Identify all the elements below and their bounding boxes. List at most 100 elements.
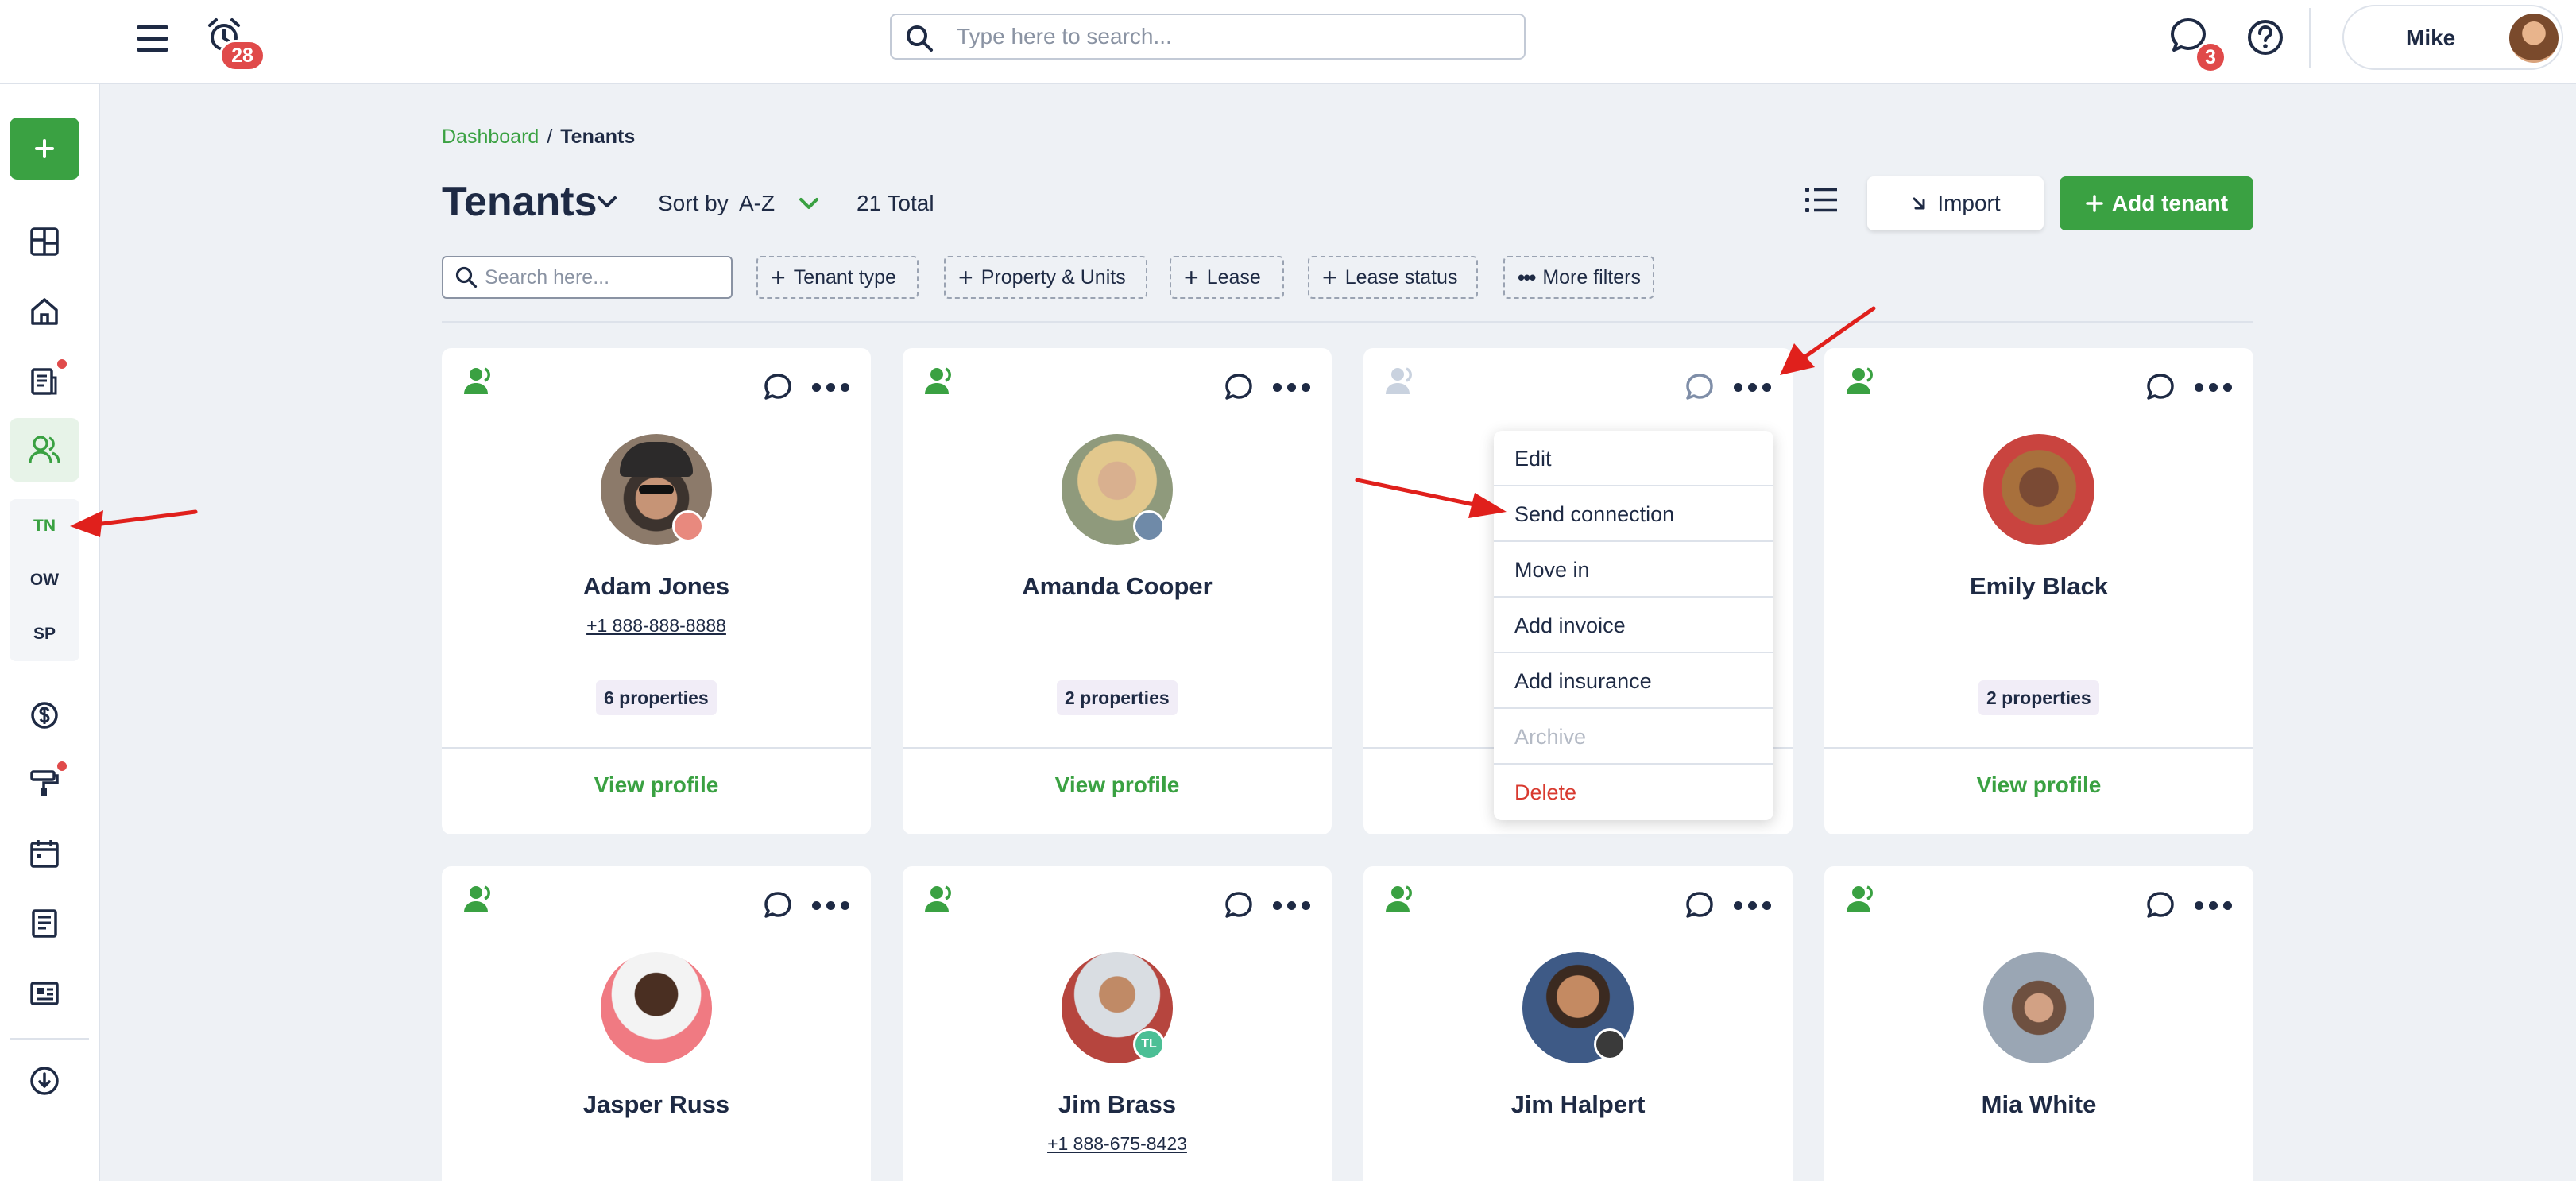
chat-icon[interactable] — [1684, 372, 1715, 402]
home-icon — [31, 298, 58, 325]
more-options-icon[interactable] — [1734, 383, 1772, 393]
tenant-phone[interactable]: +1 888-888-8888 — [442, 615, 871, 637]
properties-badge: 2 properties — [1978, 680, 2099, 715]
list-view-icon[interactable] — [1804, 183, 1839, 218]
filter-label: Lease — [1206, 265, 1261, 288]
alarm-count-badge: 28 — [219, 40, 265, 72]
chevron-down-icon[interactable] — [593, 188, 621, 216]
import-button[interactable]: Import — [1867, 176, 2044, 230]
filters-divider — [442, 321, 2253, 323]
filter-label: Tenant type — [793, 265, 896, 288]
tenant-name[interactable]: Amanda Cooper — [903, 572, 1332, 601]
sidebar-accounting[interactable] — [21, 691, 68, 739]
chat-icon[interactable] — [2145, 372, 2176, 402]
breadcrumb-dashboard[interactable]: Dashboard — [442, 126, 539, 148]
sort-label: Sort by — [658, 191, 729, 215]
filter-lease-status[interactable]: + Lease status — [1308, 256, 1478, 299]
sort-chevron-icon[interactable] — [795, 189, 823, 218]
chat-icon[interactable] — [2145, 890, 2176, 920]
cloud-download-icon — [30, 1067, 59, 1095]
add-tenant-button[interactable]: Add tenant — [2060, 176, 2253, 230]
plus-icon: + — [1184, 262, 1199, 292]
more-options-icon[interactable] — [1273, 901, 1311, 911]
more-options-icon[interactable] — [1734, 901, 1772, 911]
tenant-search-input[interactable] — [485, 262, 723, 292]
tenant-card: TL Jim Brass +1 888-675-8423 — [903, 866, 1332, 1181]
sidebar-dashboard[interactable] — [21, 218, 68, 265]
help-icon[interactable] — [2245, 17, 2285, 57]
view-profile-link[interactable]: View profile — [903, 772, 1332, 798]
paint-roller-icon — [30, 770, 59, 796]
annotation-arrow-icon — [1780, 306, 1876, 375]
import-label: Import — [1937, 191, 2001, 215]
tenant-person-icon — [925, 367, 951, 394]
more-options-icon[interactable] — [1273, 383, 1311, 393]
tenant-name[interactable]: Jasper Russ — [442, 1090, 871, 1119]
filter-more[interactable]: ••• More filters — [1503, 256, 1654, 299]
filter-property-units[interactable]: + Property & Units — [944, 256, 1147, 299]
messages-count-badge: 3 — [2195, 41, 2226, 73]
more-options-icon[interactable] — [812, 383, 850, 393]
alarm-icon[interactable]: 28 — [205, 16, 265, 72]
tenant-card: Emily Black 2 properties View profile — [1824, 348, 2253, 834]
global-search-input[interactable] — [957, 20, 1513, 53]
breadcrumb-separator: / — [547, 126, 553, 148]
sidebar-listings[interactable] — [21, 970, 68, 1017]
more-options-icon[interactable] — [2195, 901, 2233, 911]
tenant-phone[interactable]: +1 888-675-8423 — [903, 1133, 1332, 1155]
menu-item-add-invoice[interactable]: Add invoice — [1494, 598, 1773, 653]
properties-badge: 6 properties — [596, 680, 717, 715]
tenant-name[interactable]: Jim Brass — [903, 1090, 1332, 1119]
menu-item-archive: Archive — [1494, 709, 1773, 765]
sidebar-leases[interactable] — [21, 358, 68, 405]
tenant-person-icon — [1847, 885, 1873, 912]
menu-icon[interactable] — [133, 19, 172, 57]
sidebar-downloads[interactable] — [21, 1057, 68, 1105]
tenant-name[interactable]: Jim Halpert — [1363, 1090, 1793, 1119]
document-icon — [31, 368, 57, 395]
sort-value[interactable]: A-Z — [739, 191, 775, 216]
more-options-icon[interactable] — [2195, 383, 2233, 393]
grid-icon — [30, 227, 59, 256]
sidebar-calendar[interactable] — [21, 830, 68, 877]
messages-icon[interactable]: 3 — [2169, 16, 2226, 73]
quick-add-button[interactable] — [10, 118, 79, 180]
top-divider — [2309, 8, 2311, 68]
chat-icon[interactable] — [1224, 890, 1254, 920]
avatar-initials-badge: TL — [1133, 1028, 1165, 1060]
tenant-card: Amanda Cooper 2 properties View profile — [903, 348, 1332, 834]
tenant-search[interactable] — [442, 256, 733, 299]
chat-icon[interactable] — [1684, 890, 1715, 920]
menu-item-edit[interactable]: Edit — [1494, 431, 1773, 486]
more-options-icon[interactable] — [812, 901, 850, 911]
report-icon — [32, 909, 57, 938]
filter-lease[interactable]: + Lease — [1170, 256, 1284, 299]
tenant-name[interactable]: Mia White — [1824, 1090, 2253, 1119]
avatar-badge — [1594, 1028, 1626, 1060]
chat-icon[interactable] — [1224, 372, 1254, 402]
tenant-name[interactable]: Adam Jones — [442, 572, 871, 601]
total-count: 21 Total — [857, 191, 934, 215]
tenant-person-icon — [464, 367, 490, 394]
menu-item-send-connection[interactable]: Send connection — [1494, 486, 1773, 542]
sidebar-maintenance[interactable] — [21, 760, 68, 807]
filter-label: Property & Units — [981, 265, 1126, 288]
tenant-name[interactable]: Emily Black — [1824, 572, 2253, 601]
menu-item-delete[interactable]: Delete — [1494, 765, 1773, 820]
sub-nav-owners[interactable]: OW — [10, 571, 79, 590]
sub-nav-service-providers[interactable]: SP — [10, 625, 79, 644]
menu-item-add-insurance[interactable]: Add insurance — [1494, 653, 1773, 709]
sidebar-reports[interactable] — [21, 900, 68, 947]
sidebar-properties[interactable] — [21, 288, 68, 335]
filter-label: More filters — [1542, 265, 1641, 288]
sidebar-people[interactable] — [10, 418, 79, 482]
global-search[interactable] — [890, 14, 1526, 60]
menu-item-move-in[interactable]: Move in — [1494, 542, 1773, 598]
user-avatar — [2509, 14, 2559, 63]
filter-tenant-type[interactable]: + Tenant type — [756, 256, 919, 299]
view-profile-link[interactable]: View profile — [1824, 772, 2253, 798]
view-profile-link[interactable]: View profile — [442, 772, 871, 798]
user-menu[interactable]: Mike — [2342, 5, 2563, 70]
chat-icon[interactable] — [763, 372, 793, 402]
chat-icon[interactable] — [763, 890, 793, 920]
